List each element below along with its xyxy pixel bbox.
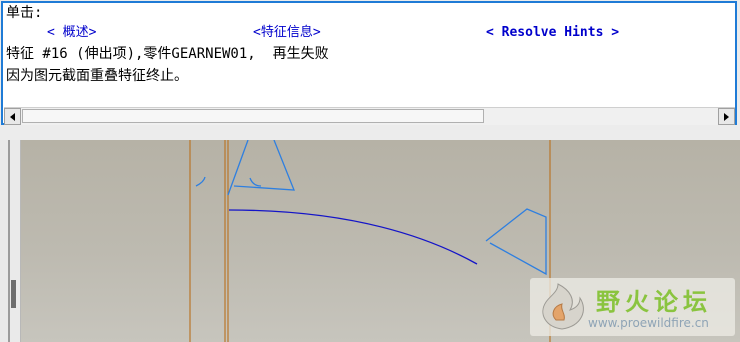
scroll-left-button[interactable] <box>4 108 21 125</box>
watermark: 野火论坛 www.proewildfire.cn <box>530 278 735 336</box>
watermark-title: 野火论坛 <box>596 288 712 316</box>
flame-logo-icon <box>542 283 584 330</box>
scroll-thumb[interactable] <box>22 109 484 123</box>
message-window: 单击: < 概述> <特征信息> < Resolve Hints > 特征 #1… <box>0 0 740 140</box>
horizontal-scrollbar[interactable] <box>4 107 735 125</box>
sketch-arc <box>195 176 206 187</box>
sketch-edge <box>233 140 295 191</box>
left-arrow-icon <box>10 112 15 121</box>
resolve-hints-link[interactable]: < Resolve Hints > <box>486 24 619 42</box>
failure-message: 特征 #16 (伸出项),零件GEARNEW01, 再生失败 <box>6 46 329 62</box>
message-heading: 单击: <box>6 5 43 21</box>
right-arrow-icon <box>724 112 729 121</box>
failure-reason: 因为图元截面重叠特征终止。 <box>6 68 188 84</box>
sketch-curve <box>228 209 478 265</box>
scroll-right-button[interactable] <box>718 108 735 125</box>
feature-info-link[interactable]: <特征信息> <box>253 24 321 42</box>
sketch-section <box>485 208 547 276</box>
watermark-url: www.proewildfire.cn <box>588 316 709 330</box>
sketch-arc <box>249 177 262 187</box>
overview-link[interactable]: < 概述> <box>47 24 96 42</box>
